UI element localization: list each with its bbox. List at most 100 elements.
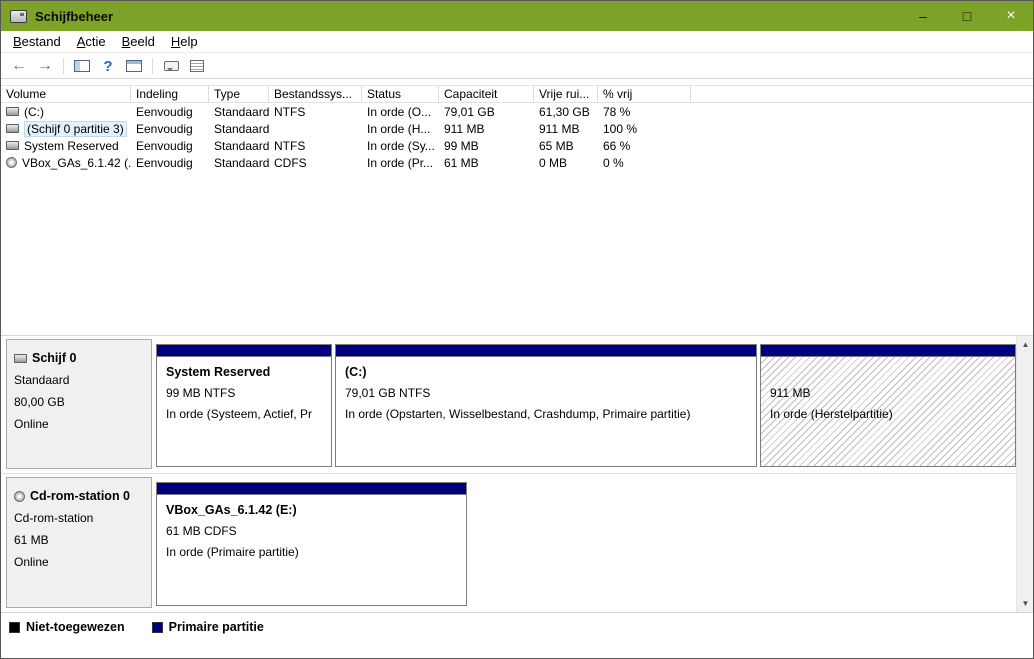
- cell-type: Standaard: [209, 156, 269, 170]
- toolbar-separator: [152, 58, 153, 74]
- legend-item-primary-partition: Primaire partitie: [152, 620, 264, 634]
- partition-status: In orde (Systeem, Actief, Pr: [166, 407, 322, 428]
- window-title: Schijfbeheer: [35, 9, 113, 24]
- legend-label: Primaire partitie: [169, 620, 264, 634]
- column-header-vrije-ruimte[interactable]: Vrije rui...: [534, 86, 598, 102]
- help-button[interactable]: ?: [96, 55, 120, 77]
- menu-beeld[interactable]: Beeld: [114, 32, 163, 51]
- volume-list-pane: Volume Indeling Type Bestandssys... Stat…: [1, 79, 1033, 335]
- cell-capaciteit: 79,01 GB: [439, 105, 534, 119]
- volume-name: System Reserved: [24, 139, 119, 153]
- column-header-volume[interactable]: Volume: [1, 86, 131, 102]
- cell-capaciteit: 61 MB: [439, 156, 534, 170]
- partition-title: [770, 365, 1006, 386]
- scroll-down-icon[interactable]: ▼: [1017, 595, 1034, 612]
- cell-indeling: Eenvoudig: [131, 122, 209, 136]
- cell-indeling: Eenvoudig: [131, 139, 209, 153]
- menu-actie[interactable]: Actie: [69, 32, 114, 51]
- console-tree-icon: [74, 60, 90, 72]
- properties-icon: [190, 60, 204, 72]
- cell-type: Standaard: [209, 139, 269, 153]
- column-header-status[interactable]: Status: [362, 86, 439, 102]
- cell-vrije-ruimte: 65 MB: [534, 139, 598, 153]
- volume-list-view-button[interactable]: [122, 55, 146, 77]
- table-row-vbox-gas[interactable]: VBox_GAs_6.1.42 (... Eenvoudig Standaard…: [1, 154, 1033, 171]
- disk-row-cdrom-0: Cd-rom-station 0 Cd-rom-station 61 MB On…: [1, 474, 1033, 612]
- partition-system-reserved[interactable]: System Reserved 99 MB NTFS In orde (Syst…: [156, 344, 332, 467]
- volume-table-header: Volume Indeling Type Bestandssys... Stat…: [1, 85, 1033, 103]
- volume-disk-icon: [6, 107, 19, 116]
- cell-vrije-ruimte: 0 MB: [534, 156, 598, 170]
- disk-type: Standaard: [14, 373, 144, 387]
- close-button[interactable]: ×: [989, 1, 1033, 31]
- disk-icon: [14, 354, 27, 363]
- cell-status: In orde (Sy...: [362, 139, 439, 153]
- disk-size: 61 MB: [14, 533, 144, 547]
- partition-status: In orde (Opstarten, Wisselbestand, Crash…: [345, 407, 747, 428]
- cell-bestandssysteem: NTFS: [269, 139, 362, 153]
- column-header-type[interactable]: Type: [209, 86, 269, 102]
- volume-name: VBox_GAs_6.1.42 (...: [22, 156, 131, 170]
- partition-color-bar: [157, 483, 466, 495]
- cell-bestandssysteem: NTFS: [269, 105, 362, 119]
- properties-button[interactable]: [185, 55, 209, 77]
- partition-color-bar: [336, 345, 756, 357]
- cell-status: In orde (Pr...: [362, 156, 439, 170]
- partition-c[interactable]: (C:) 79,01 GB NTFS In orde (Opstarten, W…: [335, 344, 757, 467]
- back-icon: ←: [11, 58, 27, 74]
- column-header-capaciteit[interactable]: Capaciteit: [439, 86, 534, 102]
- scroll-up-icon[interactable]: ▲: [1017, 336, 1034, 353]
- disk-size: 80,00 GB: [14, 395, 144, 409]
- volume-name: (C:): [24, 105, 44, 119]
- cell-pct-vrij: 66 %: [598, 139, 691, 153]
- disk-status: Online: [14, 417, 144, 431]
- disk-management-window: Schijfbeheer – □ × Bestand Actie Beeld H…: [0, 0, 1034, 659]
- legend: Niet-toegewezen Primaire partitie: [1, 614, 1033, 640]
- partition-size: 79,01 GB NTFS: [345, 386, 747, 407]
- partition-color-bar: [761, 345, 1015, 357]
- forward-icon: →: [37, 58, 53, 74]
- window-controls: – □ ×: [901, 1, 1033, 31]
- volume-cd-icon: [6, 157, 17, 168]
- column-header-indeling[interactable]: Indeling: [131, 86, 209, 102]
- cell-status: In orde (O...: [362, 105, 439, 119]
- table-row-c[interactable]: (C:) Eenvoudig Standaard NTFS In orde (O…: [1, 103, 1033, 120]
- disk-name: Cd-rom-station 0: [30, 489, 130, 503]
- unallocated-swatch: [9, 622, 20, 633]
- cell-pct-vrij: 0 %: [598, 156, 691, 170]
- partition-color-bar: [157, 345, 331, 357]
- partition-strip: System Reserved 99 MB NTFS In orde (Syst…: [152, 339, 1016, 469]
- back-button[interactable]: ←: [7, 55, 31, 77]
- minimize-button[interactable]: –: [901, 1, 945, 31]
- cell-type: Standaard: [209, 122, 269, 136]
- cell-status: In orde (H...: [362, 122, 439, 136]
- partition-status: In orde (Herstelpartitie): [770, 407, 1006, 428]
- action-pane-button[interactable]: [159, 55, 183, 77]
- partition-recovery[interactable]: 911 MB In orde (Herstelpartitie): [760, 344, 1016, 467]
- partition-title: VBox_GAs_6.1.42 (E:): [166, 503, 457, 524]
- primary-partition-swatch: [152, 622, 163, 633]
- column-header-filler: [691, 86, 1033, 102]
- forward-button[interactable]: →: [33, 55, 57, 77]
- console-tree-button[interactable]: [70, 55, 94, 77]
- partition-size: 61 MB CDFS: [166, 524, 457, 545]
- help-icon: ?: [103, 58, 112, 75]
- table-row-system-reserved[interactable]: System Reserved Eenvoudig Standaard NTFS…: [1, 137, 1033, 154]
- column-header-bestandssysteem[interactable]: Bestandssys...: [269, 86, 362, 102]
- disk-info-schijf-0[interactable]: Schijf 0 Standaard 80,00 GB Online: [6, 339, 152, 469]
- volume-list-icon: [126, 60, 142, 72]
- partition-vbox-gas[interactable]: VBox_GAs_6.1.42 (E:) 61 MB CDFS In orde …: [156, 482, 467, 606]
- toolbar: ← → ?: [1, 54, 1033, 79]
- graphical-view-pane: Schijf 0 Standaard 80,00 GB Online Syste…: [1, 335, 1033, 613]
- titlebar: Schijfbeheer – □ ×: [1, 1, 1033, 31]
- table-row-schijf0-partitie3[interactable]: (Schijf 0 partitie 3) Eenvoudig Standaar…: [1, 120, 1033, 137]
- maximize-button[interactable]: □: [945, 1, 989, 31]
- menu-help[interactable]: Help: [163, 32, 206, 51]
- disk-row-schijf-0: Schijf 0 Standaard 80,00 GB Online Syste…: [1, 336, 1033, 474]
- disk-info-cdrom-0[interactable]: Cd-rom-station 0 Cd-rom-station 61 MB On…: [6, 477, 152, 608]
- cell-pct-vrij: 78 %: [598, 105, 691, 119]
- menu-bestand[interactable]: Bestand: [5, 32, 69, 51]
- column-header-pct-vrij[interactable]: % vrij: [598, 86, 691, 102]
- vertical-scrollbar[interactable]: ▲ ▼: [1016, 336, 1033, 612]
- volume-disk-icon: [6, 124, 19, 133]
